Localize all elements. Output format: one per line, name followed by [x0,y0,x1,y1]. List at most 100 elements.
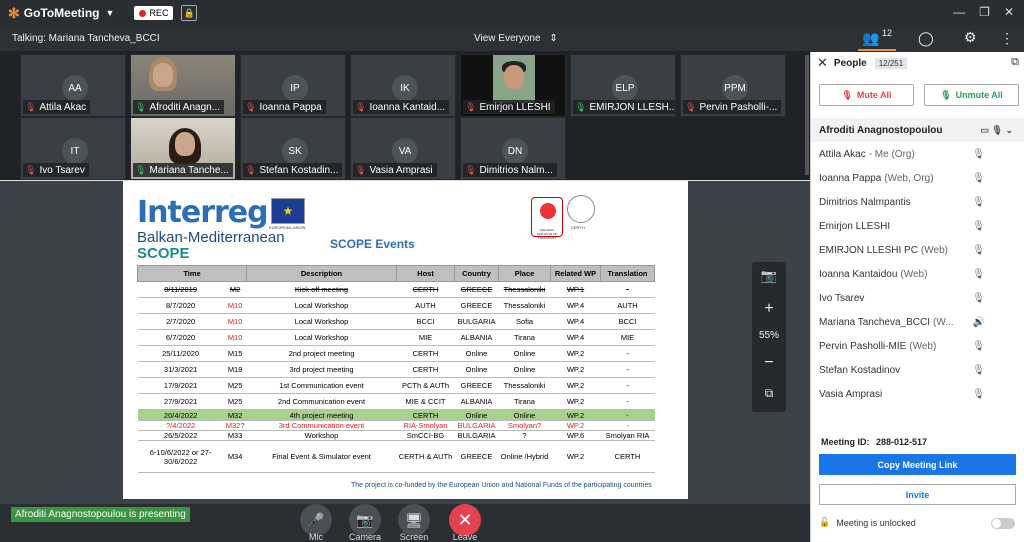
person-name: Mariana Tancheva_BCCI [819,316,930,328]
mic-muted-icon: 🎙 [355,101,367,112]
people-list-item[interactable]: Attila Akac - Me (Org) 🎙 [811,142,1024,166]
people-list-item[interactable]: Vasia Amprasi 🎙 [811,382,1024,406]
view-selector-label: View Everyone [474,33,541,44]
person-role: (Web) [900,268,928,280]
table-cell-tr: - [600,377,655,394]
people-list-item[interactable]: Ioanna Kantaidou (Web) 🎙 [811,262,1024,286]
more-options-icon[interactable]: ⋮ [1000,30,1014,47]
participant-tile[interactable]: 🎙 Afroditi Anagn... [130,54,236,117]
people-icon[interactable]: 👥 [862,30,879,47]
participant-tile[interactable]: IP 🎙 Ioanna Pappa [240,54,346,117]
table-cell-host: PCTh & AUTh [396,377,455,394]
unmute-all-button[interactable]: 🎙 Unmute All [924,84,1019,106]
table-row: 8/7/2020 M10 Local Workshop AUTH GREECE Thess… [137,297,655,314]
participant-name-tag: 🎙 Attila Akac [23,100,91,114]
pop-out-icon[interactable]: ⧉ [1011,56,1019,69]
participant-tile[interactable]: VA 🎙 Vasia Amprasi [350,117,456,180]
settings-gear-icon[interactable]: ⚙ [964,29,977,46]
lock-toggle[interactable] [991,518,1015,529]
participant-tile[interactable]: DN 🎙 Dimitrios Nalm... [460,117,566,180]
participant-name: Dimitrios Nalm... [479,164,553,176]
table-cell-date: 6-10/6/2022 or 27-30/6/2022 [137,440,224,473]
invite-button[interactable]: Invite [819,484,1016,505]
mic-muted-icon[interactable]: 🎙 [972,149,985,160]
mic-muted-icon: 🎙 [25,101,37,112]
participant-tile[interactable]: ELP 🎙 EMIRJON LLESH... [570,54,676,117]
participant-tile[interactable]: PPM 🎙 Pervin Pasholli-... [680,54,786,117]
close-icon[interactable]: ✕ [817,55,828,71]
participant-tile[interactable]: 🎙 Emirjon LLESHI [460,54,566,117]
table-cell-country: ALBANIA [454,393,499,410]
mic-muted-icon[interactable]: 🎙 [972,365,985,376]
people-list-item[interactable]: Mariana Tancheva_BCCI (W... 🔊 [811,310,1024,334]
lock-icon[interactable]: 🔒 [181,5,198,21]
participant-tile[interactable]: IT 🎙 Ivo Tsarev [20,117,126,180]
people-list-item[interactable]: Ivo Tsarev 🎙 [811,286,1024,310]
mic-on-icon[interactable]: 🎙 [972,245,985,256]
person-name: Ioanna Kantaidou [819,268,898,280]
table-cell-date: 31/3/2021 [137,361,224,378]
participant-tile[interactable]: SK 🎙 Stefan Kostadin... [240,117,346,180]
mic-muted-icon: 🎙 [25,164,37,175]
app-logo[interactable]: ✻ GoToMeeting ▼ [8,5,114,22]
chevron-down-icon[interactable]: ▼ [106,8,115,18]
zoom-out-icon[interactable]: − [752,354,786,372]
people-list-item[interactable]: Stefan Kostadinov 🎙 [811,358,1024,382]
people-list-item[interactable]: EMIRJON LLESHI PC (Web) 🎙 [811,238,1024,262]
people-list-item[interactable]: Dimitrios Nalmpantis 🎙 [811,190,1024,214]
restore-icon[interactable]: ❐ [979,5,990,19]
window-controls: — ❐ ✕ [953,5,1014,19]
record-button[interactable]: REC [134,6,174,20]
participant-tile[interactable]: AA 🎙 Attila Akac [20,54,126,117]
people-tab-indicator [858,49,896,51]
mic-muted-icon[interactable]: 🎙 [972,197,985,208]
table-cell-host: CERTH & AUTh [396,440,455,473]
program-name: Balkan-Mediterranean [137,229,285,246]
people-list-item[interactable]: Ioanna Pappa (Web, Org) 🎙 [811,166,1024,190]
mic-muted-icon: 🎙 [465,101,477,112]
mic-muted-icon[interactable]: 🎙 [972,293,985,304]
copy-meeting-link-button[interactable]: Copy Meeting Link [819,454,1016,475]
mic-muted-icon[interactable]: 🎙 [972,269,985,280]
table-cell-tr: - [600,345,655,362]
mic-muted-icon[interactable]: 🎙 [972,221,985,232]
self-tools-icons[interactable]: ▭ 🎙 ⌄ [981,125,1013,136]
table-cell-host: AUTH [396,297,455,314]
people-list-item[interactable]: Afroditi Anagnostopoulou ▭ 🎙 ⌄ [811,118,1024,142]
lock-status-label: Meeting is unlocked [836,517,916,528]
record-label: REC [149,8,169,18]
column-header: Translation [600,265,655,282]
grid-scrollbar[interactable] [805,55,809,175]
app-title: GoToMeeting [23,6,100,20]
participant-name-tag: 🎙 EMIRJON LLESH... [573,100,675,114]
chat-icon[interactable]: ◯ [918,30,934,47]
mic-muted-icon[interactable]: 🎙 [972,341,985,352]
zoom-in-icon[interactable]: + [752,300,786,318]
speaker-icon[interactable]: 🔊 [973,317,985,328]
table-cell-desc: Local Workshop [246,329,397,346]
mic-muted-icon[interactable]: 🎙 [972,389,985,400]
mic-muted-icon: 🎙 [685,101,697,112]
table-cell-m: M25 [223,377,247,394]
table-row: 27/9/2021 M25 2nd Communication event MIE &… [137,393,655,410]
mute-all-button[interactable]: 🎙 Mute All [819,84,914,106]
mic-on-icon: 🎙 [940,89,952,100]
participant-name-tag: 🎙 Vasia Amprasi [353,163,437,177]
table-cell-m: M25 [223,393,247,410]
table-cell-wp: WP.4 [550,313,601,330]
table-cell-m: M19 [223,361,247,378]
people-list-item[interactable]: Emirjon LLESHI 🎙 [811,214,1024,238]
close-icon[interactable]: ✕ [1004,5,1014,19]
people-list-item[interactable]: Pervin Pasholli-MIE (Web) 🎙 [811,334,1024,358]
minimize-icon[interactable]: — [953,5,965,19]
view-selector[interactable]: View Everyone ⇕ [474,33,558,44]
table-cell-m: M32? [223,420,247,431]
mic-muted-icon[interactable]: 🎙 [972,173,985,184]
participant-tile[interactable]: IK 🎙 Ioanna Kantaid... [350,54,456,117]
pop-out-icon[interactable]: ⧉ [752,386,786,401]
participant-name: Pervin Pasholli-... [699,101,778,113]
participant-tile[interactable]: 🎙 Mariana Tanche... [130,117,236,180]
person-name: Ivo Tsarev [819,292,865,304]
screenshot-camera-icon[interactable]: 📷 [752,268,786,284]
table-cell-m: M34 [223,440,247,473]
